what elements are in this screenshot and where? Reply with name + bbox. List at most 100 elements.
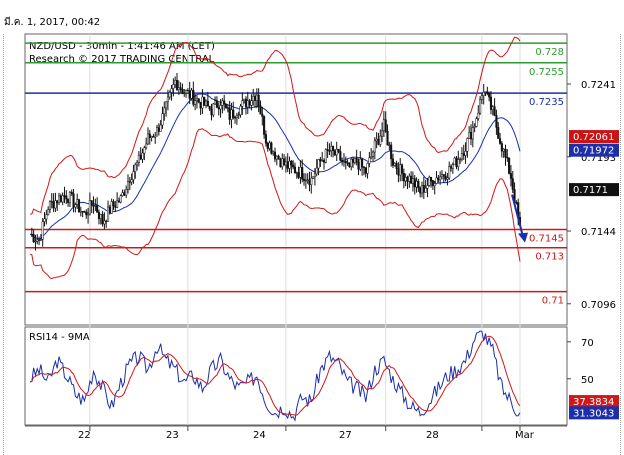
candle-body xyxy=(36,239,39,242)
candle-body xyxy=(174,79,177,85)
candle-body xyxy=(500,143,503,152)
candle-body xyxy=(253,96,257,101)
candle-body xyxy=(125,189,128,196)
candle-body xyxy=(302,178,306,181)
candle-body xyxy=(268,142,271,149)
candle-body xyxy=(348,162,351,168)
candle-body xyxy=(279,158,282,168)
candle-body xyxy=(257,94,260,107)
x-tick-label: 22 xyxy=(78,430,91,441)
candle-body xyxy=(137,154,140,163)
candle-body xyxy=(399,164,402,176)
candle-body xyxy=(99,214,102,220)
support-resistance-levels: 0.728 0.7255 0.7235 0.7145 0.713 0.71 xyxy=(25,42,567,307)
candle-body xyxy=(259,105,262,115)
candle-body xyxy=(163,107,166,114)
candle-body xyxy=(326,149,329,151)
candle-body xyxy=(482,91,485,96)
candle-body xyxy=(317,159,320,169)
candle-body xyxy=(183,92,186,95)
candle-body xyxy=(70,192,73,194)
candle-body xyxy=(152,136,155,138)
candle-body xyxy=(161,113,164,126)
candle-body xyxy=(101,214,104,225)
candle-body xyxy=(224,103,228,108)
rsi-y-tick-label: 50 xyxy=(581,375,594,386)
candle-body xyxy=(395,163,398,169)
candle-body xyxy=(97,212,101,220)
candle-body xyxy=(415,180,418,188)
candle-body xyxy=(155,127,159,137)
candle-body xyxy=(88,200,91,215)
candle-body xyxy=(346,162,349,164)
candle-body xyxy=(382,119,385,132)
level-label: 0.7255 xyxy=(529,67,564,78)
candle-body xyxy=(234,117,237,119)
candle-body xyxy=(368,157,371,164)
candle-body xyxy=(488,92,491,98)
candle-body xyxy=(41,221,44,240)
candle-body xyxy=(431,180,434,187)
candle-body xyxy=(179,87,182,90)
candle-body xyxy=(230,109,233,120)
candle-body xyxy=(74,204,77,208)
candle-body xyxy=(375,138,378,142)
candle-body xyxy=(246,100,249,108)
candle-body xyxy=(67,198,70,203)
candle-body xyxy=(497,127,500,139)
candle-body xyxy=(166,96,169,103)
candle-body xyxy=(471,127,474,140)
price-marker-label: 0.71972 xyxy=(573,146,614,157)
candle-body xyxy=(76,199,79,205)
candle-body xyxy=(283,158,286,166)
candle-body xyxy=(480,95,483,100)
candle-body xyxy=(337,148,340,152)
candle-body xyxy=(264,134,267,144)
candle-body xyxy=(404,177,407,182)
candle-body xyxy=(299,167,302,178)
candle-body xyxy=(215,100,218,108)
candle-body xyxy=(308,179,311,185)
candle-body xyxy=(117,200,120,203)
candle-body xyxy=(43,218,46,222)
candle-body xyxy=(116,200,119,208)
candle-body xyxy=(342,161,346,163)
candle-body xyxy=(417,180,420,189)
candle-body xyxy=(498,138,502,144)
candle-body xyxy=(495,115,498,128)
candle-body xyxy=(108,206,111,214)
candle-body xyxy=(397,168,400,176)
candle-body xyxy=(439,176,442,181)
candle-body xyxy=(96,205,99,213)
price-chart: NZD/USD - 30min - 1:41:46 AM (CET) Resea… xyxy=(24,33,619,441)
candle-body xyxy=(324,149,327,163)
candle-body xyxy=(391,158,395,166)
candle-body xyxy=(455,157,458,167)
candle-body xyxy=(119,195,122,203)
candle-body xyxy=(68,192,71,203)
candle-body xyxy=(232,109,235,118)
candle-body xyxy=(341,160,344,162)
candle-body xyxy=(339,151,342,161)
candle-body xyxy=(186,90,189,92)
candle-body xyxy=(228,107,231,120)
candle-body xyxy=(453,157,456,166)
candle-body xyxy=(469,132,473,140)
time-axis: 22 23 24 27 28 Mar xyxy=(78,426,535,441)
candle-body xyxy=(121,192,124,196)
candle-body xyxy=(243,98,246,101)
candle-body xyxy=(52,201,55,209)
x-tick-label: 28 xyxy=(426,430,439,441)
candle-body xyxy=(143,147,146,154)
candle-body xyxy=(204,100,208,106)
candle-body xyxy=(250,100,253,106)
candle-body xyxy=(226,107,229,109)
candle-body xyxy=(241,100,244,107)
x-tick-label: Mar xyxy=(515,430,535,441)
candle-body xyxy=(177,87,180,90)
candle-body xyxy=(94,205,97,207)
candle-body xyxy=(190,89,193,99)
candle-body xyxy=(114,205,117,208)
candle-body xyxy=(448,166,451,179)
forecast-arrow-shaft xyxy=(511,194,524,237)
